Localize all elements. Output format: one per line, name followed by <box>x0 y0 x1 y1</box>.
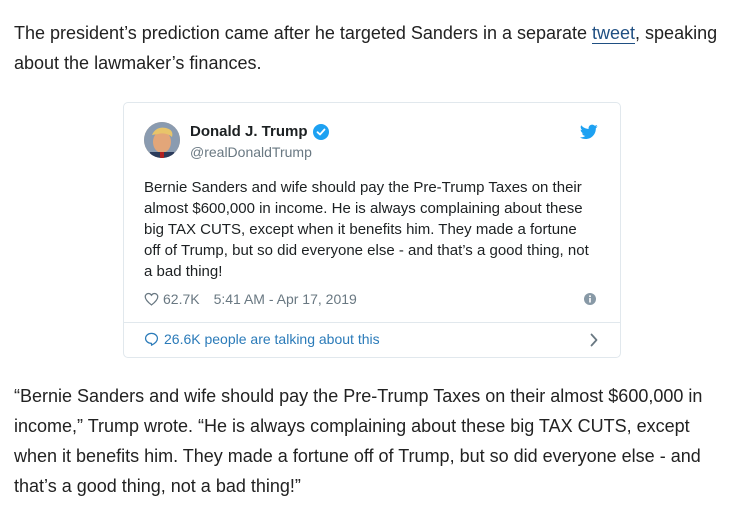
heart-icon[interactable] <box>144 292 159 306</box>
intro-paragraph: The president’s prediction came after he… <box>14 18 734 78</box>
speech-bubble-icon <box>144 332 159 346</box>
quote-paragraph: “Bernie Sanders and wife should pay the … <box>14 386 703 496</box>
like-count[interactable]: 62.7K <box>163 291 200 307</box>
card-divider <box>124 322 620 323</box>
info-icon[interactable] <box>584 293 596 305</box>
author-handle[interactable]: @realDonaldTrump <box>190 144 329 160</box>
twitter-bird-icon[interactable] <box>580 124 598 140</box>
avatar[interactable] <box>144 122 180 158</box>
author-name[interactable]: Donald J. Trump <box>190 123 308 140</box>
tweet-link[interactable]: tweet <box>592 23 636 44</box>
conversation-link[interactable]: 26.6K people are talking about this <box>144 331 380 347</box>
tweet-text: Bernie Sanders and wife should pay the P… <box>144 179 589 280</box>
tweet-timestamp[interactable]: 5:41 AM - Apr 17, 2019 <box>214 291 357 307</box>
conversation-count[interactable]: 26.6K people are talking about this <box>164 331 380 347</box>
tweet-author[interactable]: Donald J. Trump @realDonaldTrump <box>190 123 329 160</box>
embedded-tweet[interactable]: Donald J. Trump @realDonaldTrump Bernie … <box>123 102 621 358</box>
chevron-right-icon[interactable] <box>590 333 598 347</box>
verified-badge-icon <box>312 123 329 140</box>
tweet-meta: 62.7K 5:41 AM - Apr 17, 2019 <box>144 291 357 307</box>
intro-text-before: The president’s prediction came after he… <box>14 23 593 43</box>
